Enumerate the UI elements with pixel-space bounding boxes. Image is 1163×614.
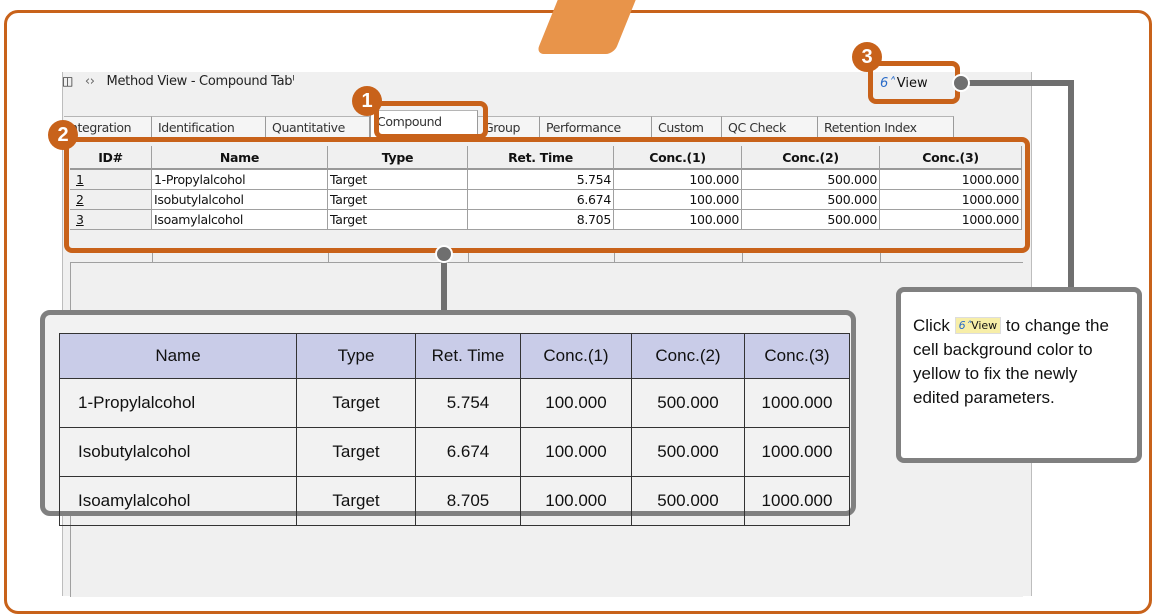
zoomed-cell-name: 1-Propylalcohol [59,378,297,428]
window-title-bar: ◫ ‹› Method View - Compound Tabˡ [62,74,294,89]
connector-line-grid [441,255,447,313]
zoomed-cell-conc1: 100.000 [520,427,632,477]
highlight-view-button [868,61,960,104]
zoomed-header-type: Type [296,333,416,379]
zoomed-row: 1-Propylalcohol Target 5.754 100.000 500… [59,378,850,428]
tab-qc-check[interactable]: QC Check [722,116,818,138]
instruction-note: Click 6˄View to change the cell backgrou… [896,287,1142,463]
connector-line-view-h [962,80,1074,86]
tab-quantitative[interactable]: Quantitative [266,116,370,138]
zoomed-row: Isobutylalcohol Target 6.674 100.000 500… [59,427,850,477]
zoomed-header-conc1: Conc.(1) [520,333,632,379]
zoomed-table: Name Type Ret. Time Conc.(1) Conc.(2) Co… [59,333,850,526]
note-prefix: Click [913,316,950,335]
zoomed-cell-type: Target [296,476,416,526]
zoomed-cell-name: Isoamylalcohol [59,476,297,526]
zoomed-row: Isoamylalcohol Target 8.705 100.000 500.… [59,476,850,526]
zoomed-table-callout: Name Type Ret. Time Conc.(1) Conc.(2) Co… [40,310,856,526]
zoomed-header-ret-time: Ret. Time [415,333,521,379]
zoomed-cell-conc3: 1000.000 [744,476,850,526]
zoomed-cell-conc1: 100.000 [520,378,632,428]
zoomed-header-row: Name Type Ret. Time Conc.(1) Conc.(2) Co… [59,333,850,379]
zoomed-cell-conc2: 500.000 [631,378,745,428]
step-badge-1: 1 [352,86,382,116]
nav-arrows-icon[interactable]: ‹› [85,74,95,89]
step-badge-2: 2 [48,120,78,150]
zoomed-header-name: Name [59,333,297,379]
connector-line-view-v [1068,80,1074,290]
zoomed-cell-ret-time: 5.754 [415,378,521,428]
zoomed-cell-conc3: 1000.000 [744,427,850,477]
zoomed-cell-name: Isobutylalcohol [59,427,297,477]
zoomed-header-conc3: Conc.(3) [744,333,850,379]
zoomed-cell-conc1: 100.000 [520,476,632,526]
zoomed-cell-type: Target [296,378,416,428]
highlight-compound-tab [374,101,488,139]
glasses-icon: 6˄ [958,319,972,332]
tab-custom[interactable]: Custom [652,116,722,138]
zoomed-header-conc2: Conc.(2) [631,333,745,379]
zoomed-cell-type: Target [296,427,416,477]
zoomed-cell-conc2: 500.000 [631,427,745,477]
connector-dot-grid [435,245,453,263]
tab-identification[interactable]: Identification [152,116,266,138]
window-restore-icon[interactable]: ◫ [62,74,73,88]
tab-retention-index[interactable]: Retention Index [818,116,954,138]
step-badge-3: 3 [852,42,882,72]
connector-dot-view [952,74,970,92]
tab-performance[interactable]: Performance [540,116,652,138]
highlight-grid [64,137,1030,253]
window-title: Method View - Compound Tabˡ [106,74,295,89]
zoomed-cell-conc2: 500.000 [631,476,745,526]
zoomed-cell-conc3: 1000.000 [744,378,850,428]
zoomed-cell-ret-time: 8.705 [415,476,521,526]
zoomed-cell-ret-time: 6.674 [415,427,521,477]
note-view-label: View [971,319,998,332]
note-view-button: 6˄View [954,317,1002,334]
